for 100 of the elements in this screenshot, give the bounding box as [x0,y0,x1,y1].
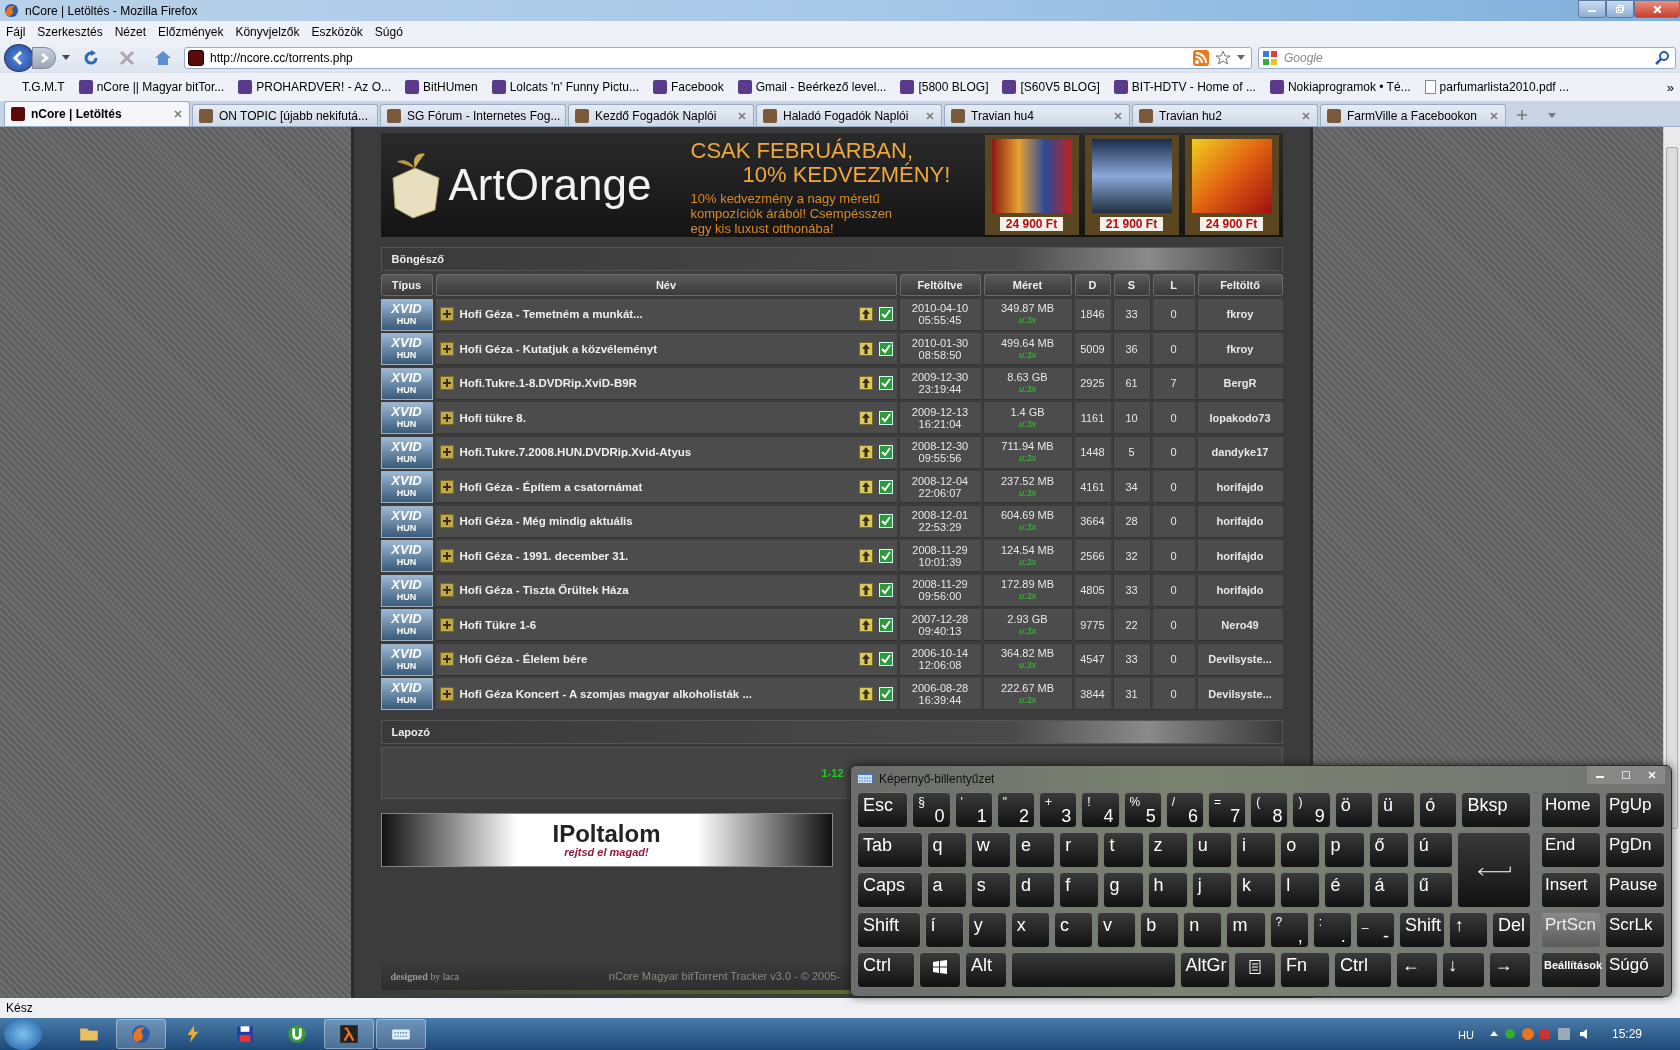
up-arrow-icon[interactable] [858,617,873,632]
plus-icon[interactable] [439,583,454,597]
bookmark-item[interactable]: T.G.M.T [22,80,65,94]
check-icon[interactable] [878,548,893,563]
plus-icon[interactable] [439,479,454,494]
keyboard-key[interactable]: Bksp [1461,792,1532,828]
browser-tab[interactable]: nCore | Letöltés [4,101,190,126]
keyboard-key[interactable]: n [1183,912,1223,948]
keyboard-key[interactable]: g [1103,872,1144,908]
check-icon[interactable] [878,341,893,356]
back-button[interactable] [4,43,34,72]
check-icon[interactable] [878,307,893,321]
column-header[interactable]: Feltöltve [899,274,981,296]
keyboard-key[interactable]: ? , [1269,912,1309,948]
keyboard-key[interactable]: ő [1368,832,1409,868]
keyboard-key[interactable]: _ - [1355,912,1395,948]
uploader-name[interactable]: fkroy [1226,308,1254,320]
plus-icon[interactable] [439,617,454,632]
page-range-link[interactable]: 1-12 [821,767,844,779]
up-arrow-icon[interactable] [858,514,873,528]
keyboard-key[interactable]: Shift [1398,912,1445,948]
up-arrow-icon[interactable] [858,583,873,597]
check-icon[interactable] [878,617,893,632]
check-icon[interactable] [878,514,893,528]
check-icon[interactable] [878,686,893,701]
keyboard-key[interactable] [1233,952,1277,988]
keyboard-key[interactable]: t [1103,832,1144,868]
close-icon[interactable] [1113,110,1123,121]
keyboard-key[interactable]: Esc [857,792,909,828]
keyboard-key[interactable]: ) 9 [1292,792,1331,828]
check-icon[interactable] [878,445,893,459]
torrent-name[interactable]: Hofi.Tukre.1-8.DVDRip.XviD-B9R [459,377,637,389]
browser-tab[interactable]: Kezdő Fogadók Naplói [568,104,754,126]
category-tile[interactable]: XVID HUN [380,402,433,434]
search-bar[interactable]: Google [1258,46,1676,69]
keyboard-key[interactable]: " 2 [996,792,1036,828]
menu-item[interactable]: Nézet [114,24,147,39]
keyboard-key[interactable]: Shift [857,912,921,948]
bookmark-item[interactable]: [5800 BLOG] [900,80,989,94]
uploader-name[interactable]: fkroy [1226,342,1254,355]
up-arrow-icon[interactable] [858,410,873,425]
category-tile[interactable]: XVID HUN [380,298,433,331]
keyboard-key[interactable]: ú [1412,832,1453,868]
up-arrow-icon[interactable] [858,652,873,666]
plus-icon[interactable] [439,410,454,425]
keyboard-key[interactable]: PrtScn [1541,912,1601,948]
category-tile[interactable]: XVID HUN [380,540,433,572]
keyboard-key[interactable]: z [1147,832,1188,868]
bookmark-item[interactable]: Nokiaprogramok • Té... [1269,80,1411,94]
menu-item[interactable]: Eszközök [311,24,363,39]
torrent-name[interactable]: Hofi Géza - Még mindig aktuális [459,515,633,527]
menu-item[interactable]: Előzmények [158,24,224,39]
column-header[interactable]: Feltöltő [1197,274,1283,296]
category-tile[interactable]: XVID HUN [380,678,433,710]
up-arrow-icon[interactable] [858,686,873,701]
keyboard-key[interactable]: Home [1541,792,1601,828]
keyboard-key[interactable]: Súgó [1605,952,1665,988]
close-button[interactable] [1634,0,1680,18]
keyboard-key[interactable]: : . [1312,912,1352,948]
check-icon[interactable] [878,652,893,666]
keyboard-key[interactable]: y [967,912,1007,948]
keyboard-key[interactable]: b [1140,912,1180,948]
keyboard-key[interactable]: Tab [857,832,923,868]
column-header[interactable]: Név [435,274,897,296]
keyboard-key[interactable]: ↑ [1448,912,1488,948]
up-arrow-icon[interactable] [858,376,873,390]
keyboard-key[interactable]: ScrLk [1605,912,1665,948]
up-arrow-icon[interactable] [858,548,873,563]
keyboard-key[interactable]: Insert [1541,872,1601,908]
torrent-name[interactable]: Hofi Géza - Építem a csatornámat [459,480,643,493]
torrent-name[interactable]: Hofi tükre 8. [459,411,526,424]
keyboard-key[interactable]: ← [1395,952,1439,988]
category-tile[interactable]: XVID HUN [380,436,433,469]
close-icon[interactable] [1301,110,1311,121]
column-header[interactable]: D [1074,274,1111,296]
torrent-name[interactable]: Hofi Géza - 1991. december 31. [459,549,629,562]
keyboard-key[interactable]: h [1147,872,1188,908]
keyboard-key[interactable]: Beállítások [1541,952,1601,988]
keyboard-key[interactable]: e [1015,832,1056,868]
keyboard-key[interactable]: ű [1412,872,1453,908]
keyboard-key[interactable]: í [924,912,964,948]
bookmark-item[interactable]: nCore || Magyar bitTor... [78,80,225,94]
browser-tab[interactable]: Travian hu2 [1132,104,1318,126]
plus-icon[interactable] [439,307,454,321]
keyboard-key[interactable]: ! 4 [1081,792,1120,828]
keyboard-key[interactable]: Ctrl [1334,952,1392,988]
keyboard-key[interactable]: a [926,872,967,908]
plus-icon[interactable] [439,514,454,528]
menu-item[interactable]: Súgó [374,24,403,39]
star-icon[interactable] [1215,49,1231,66]
menu-item[interactable]: Szerkesztés [37,24,103,39]
taskbar-app[interactable] [376,1019,426,1049]
column-header[interactable]: Méret [983,274,1072,296]
keyboard-key[interactable]: PgUp [1605,792,1665,828]
keyboard-key[interactable]: v [1097,912,1137,948]
keyboard-key[interactable]: é [1324,872,1365,908]
keyboard-key[interactable]: Fn [1280,952,1331,988]
plus-icon[interactable] [439,686,454,701]
keyboard-key[interactable]: Pause [1605,872,1665,908]
keyboard-key[interactable]: p [1324,832,1365,868]
